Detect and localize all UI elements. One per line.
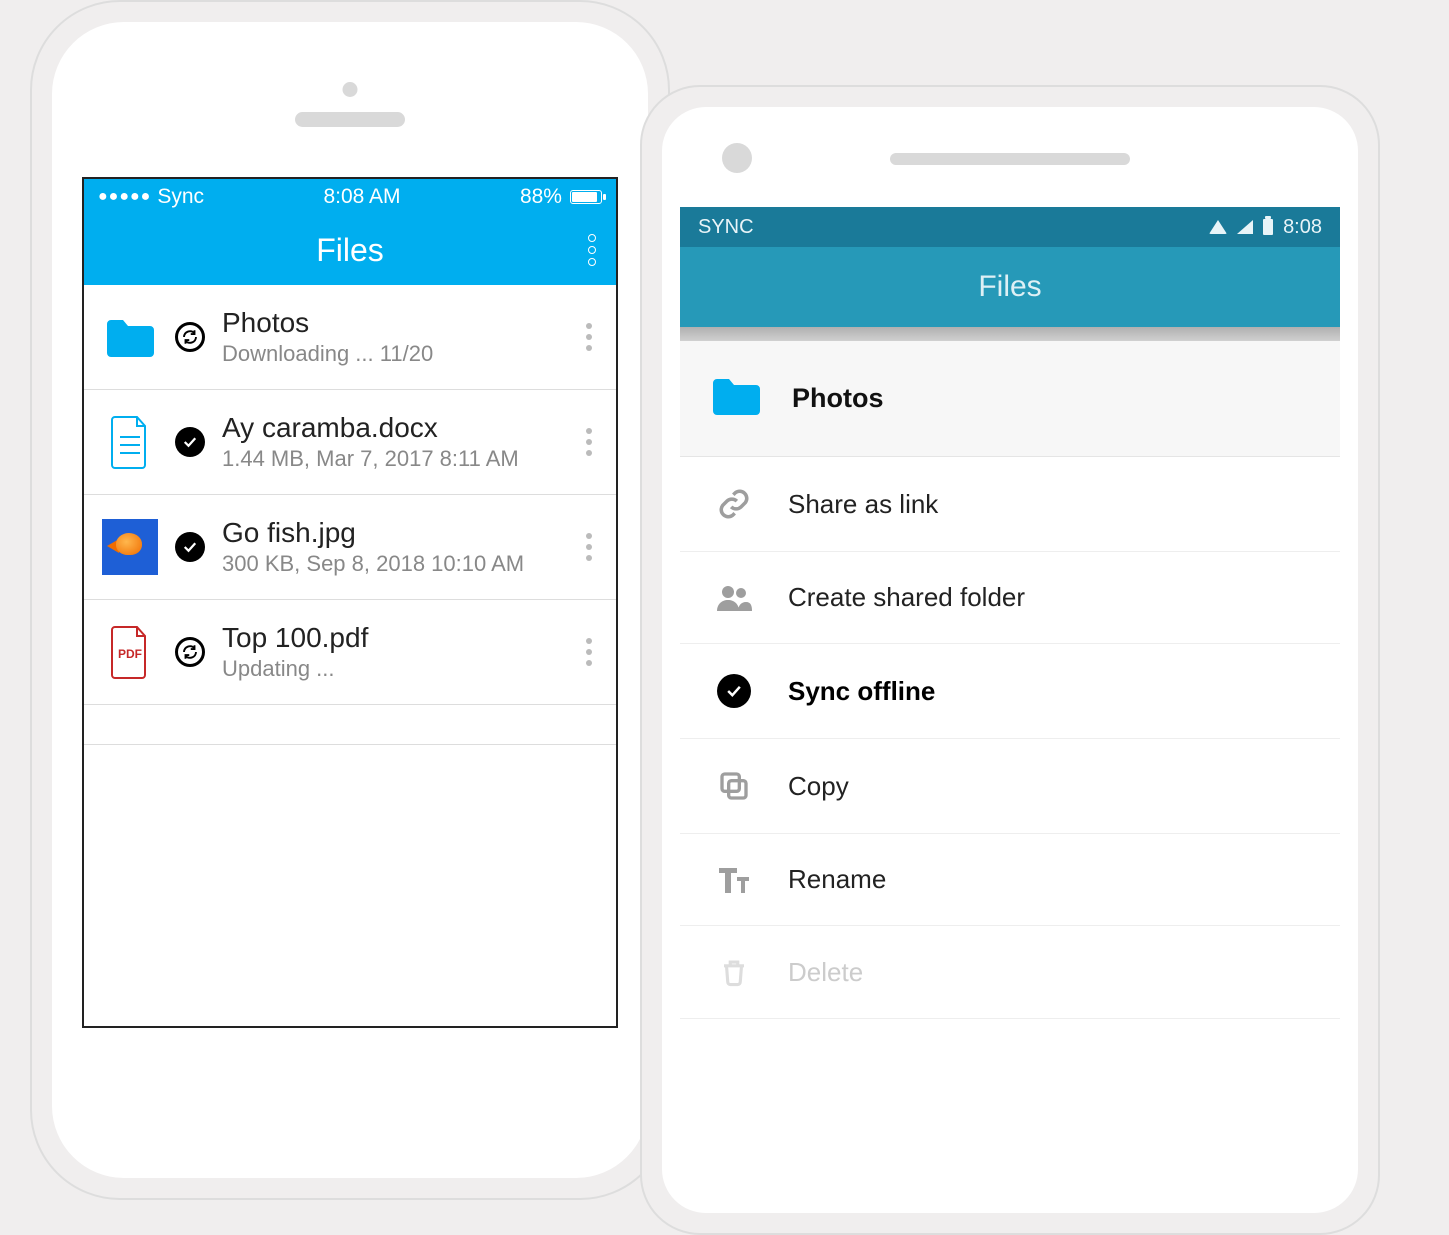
check-circle-icon xyxy=(714,674,754,708)
row-more-button[interactable] xyxy=(580,533,598,561)
ios-nav-bar: Files xyxy=(84,215,616,285)
file-row-doc[interactable]: Ay caramba.docx 1.44 MB, Mar 7, 2017 8:1… xyxy=(84,390,616,495)
battery-icon xyxy=(1263,219,1273,235)
android-speaker-slot xyxy=(890,153,1130,165)
signal-dots-icon: ●●●●● xyxy=(98,188,151,206)
link-icon xyxy=(714,487,754,521)
action-label: Copy xyxy=(788,771,849,802)
action-share-as-link[interactable]: Share as link xyxy=(680,457,1340,552)
action-create-shared-folder[interactable]: Create shared folder xyxy=(680,552,1340,644)
android-device-inner: SYNC 8:08 Files Photos xyxy=(662,107,1358,1213)
iphone-device-frame: ●●●●● Sync 8:08 AM 88% Files xyxy=(30,0,670,1200)
battery-percent-label: 88% xyxy=(520,185,562,209)
file-row-image[interactable]: Go fish.jpg 300 KB, Sep 8, 2018 10:10 AM xyxy=(84,495,616,600)
android-screen: SYNC 8:08 Files Photos xyxy=(680,207,1340,1133)
ios-statusbar: ●●●●● Sync 8:08 AM 88% xyxy=(84,179,616,215)
folder-icon xyxy=(102,309,158,365)
nav-more-button[interactable] xyxy=(588,234,596,266)
file-sub-label: Updating ... xyxy=(222,656,564,682)
action-rename[interactable]: Rename xyxy=(680,834,1340,926)
action-label: Share as link xyxy=(788,489,938,520)
row-more-button[interactable] xyxy=(580,638,598,666)
page-title: Files xyxy=(978,270,1041,304)
folder-icon xyxy=(710,375,762,422)
action-label: Create shared folder xyxy=(788,582,1025,613)
iphone-screen: ●●●●● Sync 8:08 AM 88% Files xyxy=(82,177,618,1028)
file-row-empty xyxy=(84,705,616,745)
page-title: Files xyxy=(316,232,384,269)
clock-label: 8:08 xyxy=(1283,216,1322,239)
iphone-camera-dot xyxy=(343,82,358,97)
nav-shadow xyxy=(680,327,1340,341)
file-name-label: Ay caramba.docx xyxy=(222,412,564,444)
text-icon xyxy=(714,865,754,895)
file-row-photos[interactable]: Photos Downloading ... 11/20 xyxy=(84,285,616,390)
carrier-label: Sync xyxy=(157,185,204,209)
action-copy[interactable]: Copy xyxy=(680,739,1340,834)
file-name-label: Photos xyxy=(222,307,564,339)
synced-check-icon xyxy=(174,531,206,563)
action-sync-offline[interactable]: Sync offline xyxy=(680,644,1340,739)
file-sub-label: 1.44 MB, Mar 7, 2017 8:11 AM xyxy=(222,446,564,472)
people-icon xyxy=(714,584,754,612)
image-thumbnail xyxy=(102,519,158,575)
file-row-pdf[interactable]: PDF Top 100.pdf Updating ... xyxy=(84,600,616,705)
android-device-frame: SYNC 8:08 Files Photos xyxy=(640,85,1380,1235)
row-more-button[interactable] xyxy=(580,428,598,456)
iphone-device-inner: ●●●●● Sync 8:08 AM 88% Files xyxy=(52,22,648,1178)
document-icon xyxy=(102,414,158,470)
wifi-icon xyxy=(1209,220,1227,234)
signal-icon xyxy=(1237,220,1253,234)
file-name-label: Top 100.pdf xyxy=(222,622,564,654)
sync-status-icon xyxy=(174,636,206,668)
copy-icon xyxy=(714,769,754,803)
clock-label: 8:08 AM xyxy=(323,185,400,209)
pdf-icon: PDF xyxy=(102,624,158,680)
sync-status-icon xyxy=(174,321,206,353)
action-label: Rename xyxy=(788,864,886,895)
android-nav-bar: Files xyxy=(680,247,1340,327)
folder-name-label: Photos xyxy=(792,383,884,414)
file-name-label: Go fish.jpg xyxy=(222,517,564,549)
file-list: Photos Downloading ... 11/20 Ay caramba.… xyxy=(84,285,616,745)
file-sub-label: Downloading ... 11/20 xyxy=(222,341,564,367)
file-sub-label: 300 KB, Sep 8, 2018 10:10 AM xyxy=(222,551,564,577)
action-label: Sync offline xyxy=(788,676,935,707)
trash-icon xyxy=(714,956,754,988)
action-delete[interactable]: Delete xyxy=(680,926,1340,1019)
iphone-speaker-slot xyxy=(295,112,405,127)
folder-header-row[interactable]: Photos xyxy=(680,341,1340,457)
row-more-button[interactable] xyxy=(580,323,598,351)
android-statusbar: SYNC 8:08 xyxy=(680,207,1340,247)
action-label: Delete xyxy=(788,957,863,988)
synced-check-icon xyxy=(174,426,206,458)
battery-icon xyxy=(570,190,602,204)
android-camera-dot xyxy=(722,143,752,173)
carrier-label: SYNC xyxy=(698,216,754,239)
svg-text:PDF: PDF xyxy=(118,647,142,661)
